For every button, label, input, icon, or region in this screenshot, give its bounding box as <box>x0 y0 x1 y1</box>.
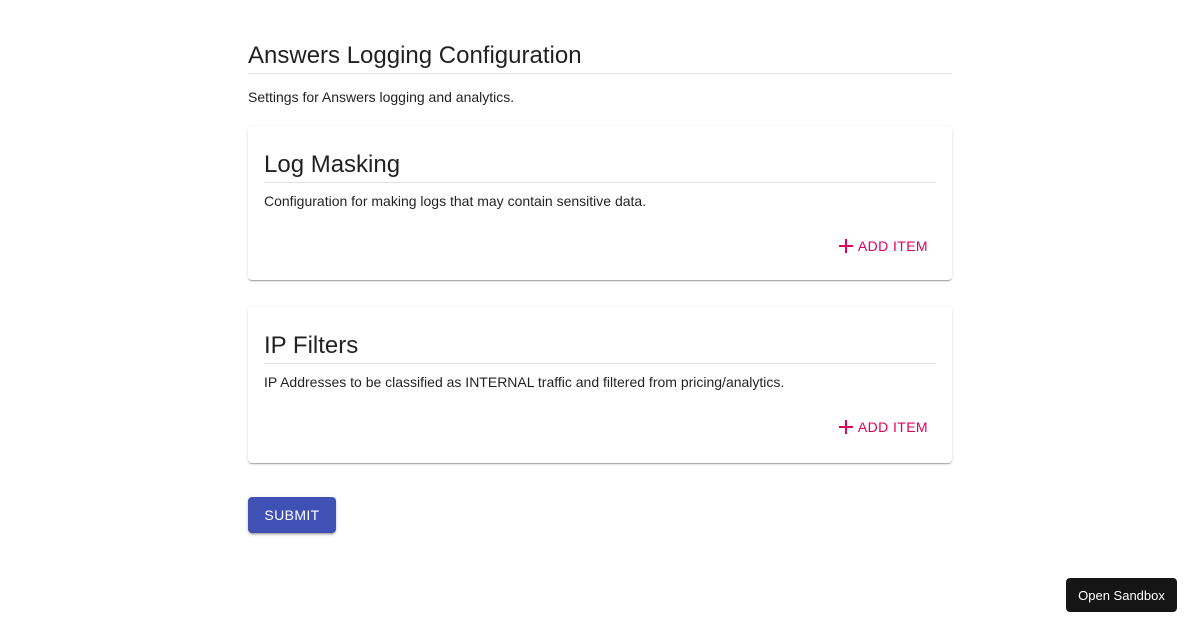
add-item-button[interactable]: ADD ITEM <box>830 413 936 441</box>
submit-button[interactable]: SUBMIT <box>248 497 336 533</box>
card-description: Configuration for making logs that may c… <box>264 193 647 209</box>
add-item-label: ADD ITEM <box>857 238 928 254</box>
card-title: Log Masking <box>264 150 936 183</box>
add-item-label: ADD ITEM <box>857 419 928 435</box>
card-title: IP Filters <box>264 331 936 364</box>
card-ip-filters: IP Filters IP Addresses to be classified… <box>248 307 952 463</box>
add-item-button[interactable]: ADD ITEM <box>830 232 936 260</box>
plus-icon <box>838 238 854 254</box>
form-container: Answers Logging Configuration Settings f… <box>248 40 952 533</box>
card-log-masking: Log Masking Configuration for making log… <box>248 126 952 280</box>
card-description: IP Addresses to be classified as INTERNA… <box>264 374 785 390</box>
page-title: Answers Logging Configuration <box>248 40 952 74</box>
plus-icon <box>838 419 854 435</box>
open-sandbox-button[interactable]: Open Sandbox <box>1066 578 1177 612</box>
page-description: Settings for Answers logging and analyti… <box>248 89 515 105</box>
